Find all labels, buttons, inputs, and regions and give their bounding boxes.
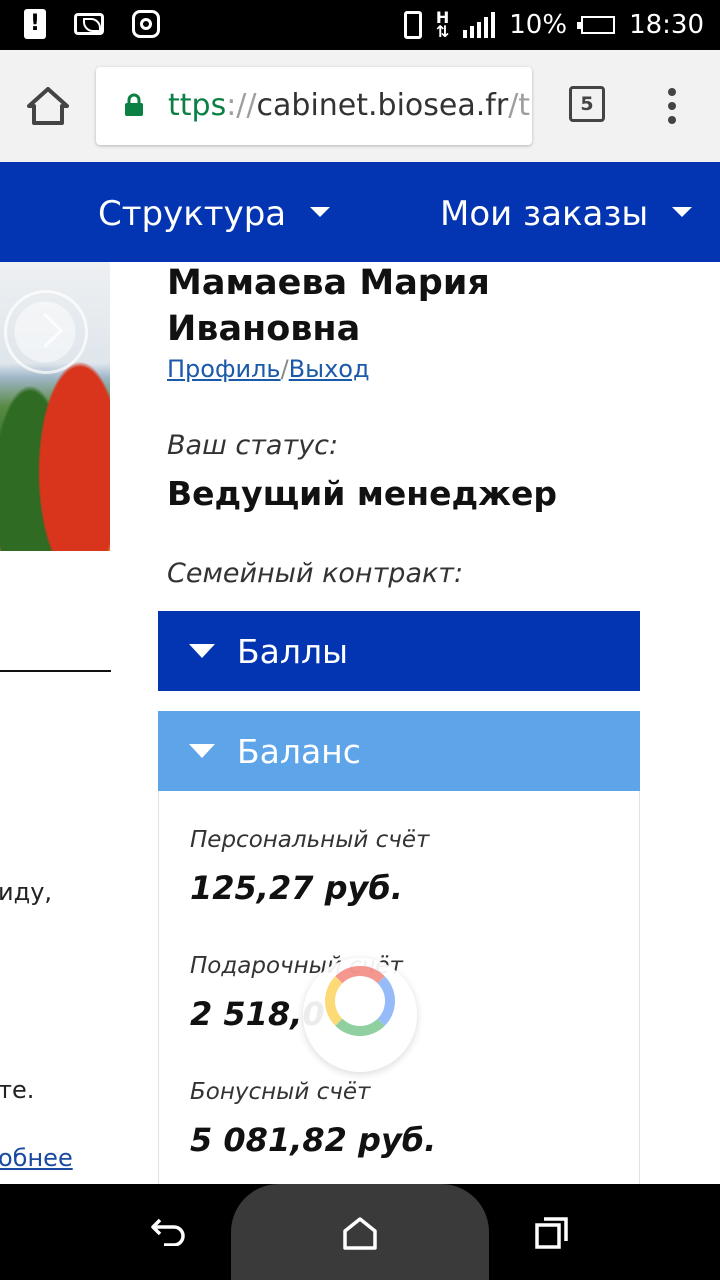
lock-icon [125, 93, 143, 116]
link-separator: / [280, 355, 289, 383]
account-value: 5 081,82 руб. [190, 1121, 437, 1159]
sidebar-text-fragment: те. [0, 1076, 35, 1104]
vibrate-icon [403, 11, 422, 39]
battery-icon [577, 16, 616, 34]
google-loading-icon [303, 958, 417, 1072]
user-full-name: Мамаева Мария Ивановна [167, 260, 687, 352]
url-scheme: ttps [168, 88, 227, 123]
browser-toolbar: ttps://cabinet.biosea.fr/t 5 [0, 50, 720, 162]
tab-switcher-button[interactable]: 5 [569, 86, 605, 122]
triangle-down-icon [189, 744, 215, 758]
system-navigation-bar [0, 1184, 720, 1280]
avatar-banner-image [0, 262, 110, 551]
recent-apps-icon[interactable] [535, 1216, 569, 1250]
status-label: Ваш статус: [167, 430, 339, 461]
status-value: Ведущий менеджер [167, 474, 557, 513]
accordion-points-label: Баллы [237, 632, 349, 671]
accordion-points[interactable]: Баллы [158, 611, 640, 691]
home-nav-icon[interactable] [343, 1216, 377, 1250]
back-icon[interactable] [150, 1216, 186, 1246]
user-name-line: Ивановна [167, 309, 361, 349]
url-path: /t [508, 88, 531, 123]
url-host: cabinet.biosea.fr [256, 88, 509, 123]
battery-percent: 10% [509, 10, 568, 40]
sidebar-text-fragment: иду, [0, 878, 53, 906]
more-details-link[interactable]: обнее [0, 1144, 73, 1172]
address-bar[interactable]: ttps://cabinet.biosea.fr/t [96, 67, 532, 145]
url-text[interactable]: ttps://cabinet.biosea.fr/t [168, 67, 530, 145]
home-icon[interactable] [26, 86, 70, 126]
signal-icon [463, 12, 496, 38]
accordion-balance[interactable]: Баланс [158, 711, 640, 791]
logout-link[interactable]: Выход [289, 355, 370, 383]
status-bar: ! H ⇅ 10% 18:30 [0, 0, 720, 50]
slider-next-icon[interactable] [4, 290, 88, 374]
alert-icon: ! [24, 9, 46, 39]
overflow-menu-icon[interactable] [668, 88, 678, 124]
divider [0, 670, 111, 672]
account-label: Бонусный счёт [190, 1079, 371, 1105]
site-navigation: Структура Мои заказы [0, 162, 720, 262]
account-value: 125,27 руб. [190, 869, 403, 907]
account-label: Персональный счёт [190, 827, 430, 853]
profile-link[interactable]: Профиль [167, 355, 281, 383]
user-name-line: Мамаева Мария [167, 263, 490, 303]
caret-down-icon [672, 206, 693, 217]
nav-structure[interactable]: Структура [98, 162, 331, 262]
caret-down-icon [310, 206, 331, 217]
contract-label: Семейный контракт: [167, 558, 464, 589]
triangle-down-icon [189, 644, 215, 658]
nav-structure-label: Структура [98, 194, 287, 234]
instagram-icon [132, 10, 160, 38]
nav-my-orders[interactable]: Мои заказы [440, 162, 693, 262]
accordion-balance-label: Баланс [237, 732, 361, 771]
network-type-icon: H ⇅ [435, 8, 450, 41]
nav-orders-label: Мои заказы [440, 194, 649, 234]
url-separator: :// [226, 88, 257, 123]
leaf-notification-icon [74, 13, 104, 35]
profile-links: Профиль/Выход [167, 355, 370, 383]
clock: 18:30 [629, 10, 704, 40]
